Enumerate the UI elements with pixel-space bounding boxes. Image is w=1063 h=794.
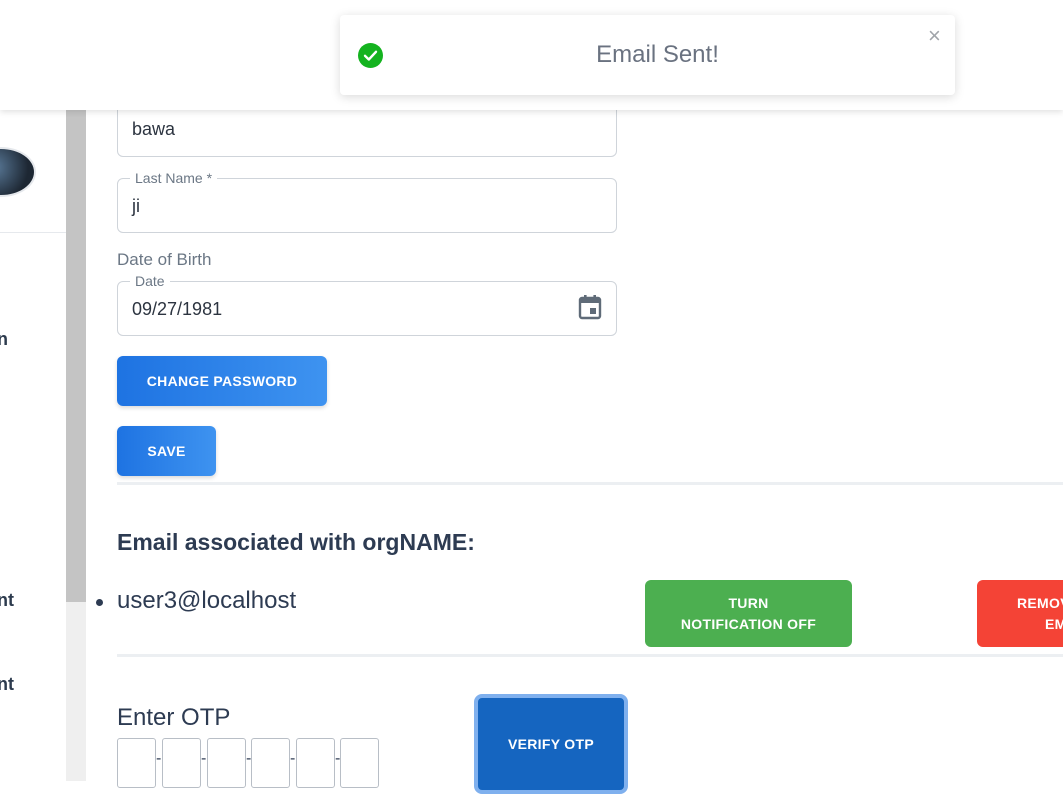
list-bullet — [96, 599, 103, 606]
sidebar-item-label[interactable]: nt — [0, 674, 14, 695]
close-icon[interactable]: × — [928, 23, 941, 49]
section-divider — [117, 482, 1063, 485]
otp-label: Enter OTP — [117, 704, 231, 731]
calendar-icon[interactable] — [578, 294, 602, 320]
section-divider — [117, 654, 1063, 657]
date-field[interactable]: Date 09/27/1981 — [117, 273, 617, 336]
main-content: bawa Last Name * ji Date of Birth Date 0… — [87, 102, 1063, 794]
turn-notification-off-label-line1: TURN — [728, 594, 769, 611]
toast-notification: Email Sent! × — [340, 15, 955, 95]
remove-email-label-line1: REMOV — [1017, 594, 1063, 611]
email-address: user3@localhost — [117, 587, 297, 614]
sidebar: n nt nt — [0, 110, 66, 781]
otp-separator: - — [201, 750, 207, 767]
date-value: 09/27/1981 — [132, 299, 223, 319]
otp-separator: - — [290, 750, 296, 767]
sidebar-item-label[interactable]: nt — [0, 590, 14, 611]
email-section-heading: Email associated with orgNAME: — [117, 529, 475, 555]
first-name-field[interactable]: bawa — [117, 102, 617, 157]
sidebar-item-label[interactable]: n — [0, 329, 8, 350]
last-name-field[interactable]: Last Name * ji — [117, 170, 617, 233]
remove-email-label-line2: EM — [1045, 615, 1063, 632]
turn-notification-off-button[interactable]: TURN NOTIFICATION OFF — [645, 580, 852, 647]
scrollbar-thumb[interactable] — [66, 110, 86, 602]
date-of-birth-label: Date of Birth — [117, 250, 212, 269]
otp-separator: - — [156, 750, 162, 767]
sidebar-divider — [0, 232, 66, 233]
avatar[interactable] — [0, 147, 36, 197]
save-button[interactable]: SAVE — [117, 426, 216, 476]
turn-notification-off-label-line2: NOTIFICATION OFF — [680, 615, 817, 632]
first-name-value: bawa — [132, 119, 176, 139]
remove-email-button[interactable]: REMOV EM — [977, 580, 1063, 647]
toast-message: Email Sent! — [596, 41, 719, 68]
scrollbar[interactable] — [66, 110, 86, 781]
last-name-value: ji — [132, 196, 140, 216]
verify-otp-button[interactable]: VERIFY OTP — [474, 694, 628, 794]
last-name-label: Last Name * — [130, 170, 218, 186]
change-password-button[interactable]: CHANGE PASSWORD — [117, 356, 327, 406]
date-label: Date — [130, 273, 170, 289]
